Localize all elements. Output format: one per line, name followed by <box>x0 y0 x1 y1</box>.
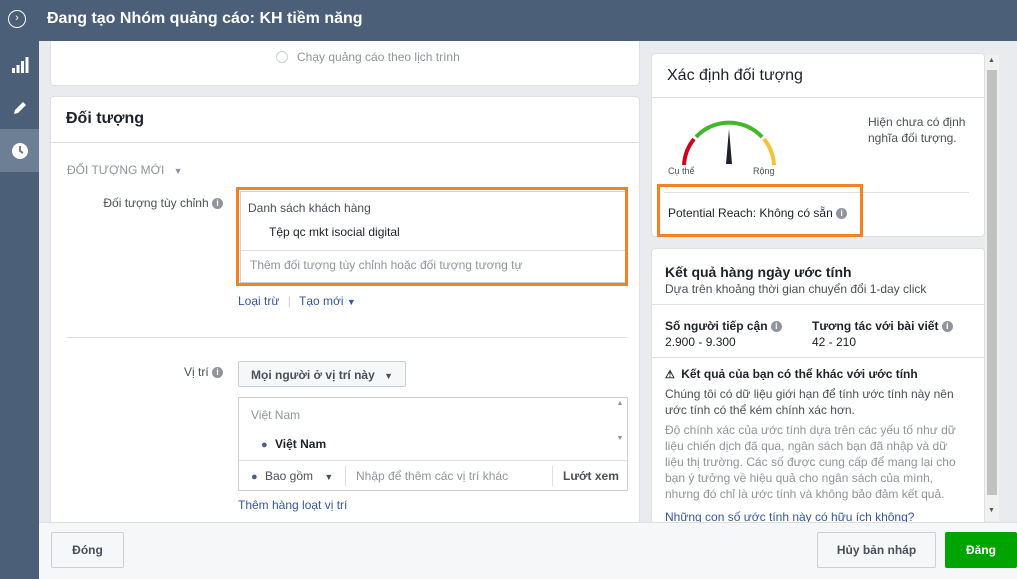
scroll-thumb[interactable] <box>987 70 997 495</box>
definition-title: Xác định đối tượng <box>667 67 803 84</box>
discard-draft-button[interactable]: Hủy bản nháp <box>817 532 936 568</box>
include-label: Bao gồm <box>265 469 314 483</box>
caret-down-icon: ▼ <box>173 166 183 176</box>
engagement-label-text: Tương tác với bài viết <box>812 319 939 333</box>
estimates-title: Kết quả hàng ngày ước tính <box>665 264 852 280</box>
location-box: Việt Nam ● Việt Nam ▲ ▼ ● Bao gồm ▼ Nhập … <box>238 397 628 491</box>
highlight-box <box>236 187 628 286</box>
include-dropdown[interactable]: ● Bao gồm ▼ <box>251 469 333 483</box>
info-icon[interactable]: i <box>212 198 223 210</box>
reach-value: 2.900 - 9.300 <box>665 335 736 349</box>
engagement-label: Tương tác với bài viết i <box>812 319 953 333</box>
separator: | <box>287 294 291 308</box>
caret-down-icon: ▼ <box>384 371 394 381</box>
schedule-radio[interactable] <box>276 51 288 63</box>
accuracy-text: Độ chính xác của ước tính dựa trên các y… <box>665 423 956 501</box>
gauge-right-label: Rộng <box>753 166 775 176</box>
divider <box>67 337 627 338</box>
warning-text: Chúng tôi có dữ liệu giới hạn để tính ướ… <box>665 387 954 417</box>
divider <box>652 304 984 305</box>
warning-icon: ⚠ <box>665 369 675 381</box>
footer-bar: Đóng Hủy bản nháp Đăng <box>39 522 1017 579</box>
top-bar: › Đang tạo Nhóm quảng cáo: KH tiềm năng <box>0 0 1017 41</box>
left-rail <box>0 41 39 579</box>
schedule-panel: Chạy quảng cáo theo lịch trình <box>50 41 640 86</box>
publish-button[interactable]: Đăng <box>945 532 1017 568</box>
scroll-up-icon[interactable]: ▲ <box>988 57 995 64</box>
engagement-value: 42 - 210 <box>812 335 857 349</box>
country-header: Việt Nam <box>251 408 301 422</box>
divider <box>652 97 984 98</box>
divider <box>239 460 627 461</box>
chevron-right-icon[interactable]: › <box>8 10 26 28</box>
new-audience-dropdown[interactable]: ĐỐI TƯỢNG MỚI ▼ <box>67 163 183 177</box>
edit-icon[interactable] <box>0 86 39 129</box>
location-type-dropdown[interactable]: Mọi người ở vị trí này ▼ <box>238 361 406 387</box>
audience-panel: Đối tượng ĐỐI TƯỢNG MỚI ▼ Đối tượng tùy … <box>50 96 640 526</box>
info-icon[interactable]: i <box>212 367 223 379</box>
highlight-box <box>657 184 863 237</box>
location-type-value: Mọi người ở vị trí này <box>251 368 375 382</box>
location-label-text: Vị trí <box>183 365 209 379</box>
new-audience-label: ĐỐI TƯỢNG MỚI <box>67 163 165 177</box>
estimates-subtitle: Dựa trên khoảng thời gian chuyển đổi 1-d… <box>665 282 927 296</box>
divider <box>652 357 984 358</box>
location-scrollbar[interactable]: ▲ ▼ <box>615 400 625 458</box>
create-new-link[interactable]: Tạo mới <box>299 294 344 308</box>
caret-down-icon: ▼ <box>324 472 334 482</box>
scroll-down-icon[interactable]: ▼ <box>988 507 995 514</box>
selected-location-text: Việt Nam <box>275 437 327 451</box>
browse-button[interactable]: Lướt xem <box>563 469 619 483</box>
schedule-option-label: Chạy quảng cáo theo lịch trình <box>297 50 460 64</box>
close-button[interactable]: Đóng <box>51 532 124 568</box>
reach-label-text: Số người tiếp cận <box>665 319 768 333</box>
location-label: Vị trí i <box>51 365 223 379</box>
location-pin-icon: ● <box>261 439 268 451</box>
bulk-add-link[interactable]: Thêm hàng loạt vị trí <box>238 498 347 512</box>
warning-title: ⚠ Kết quả của bạn có thể khác với ước tí… <box>665 367 918 381</box>
location-search-input[interactable]: Nhập để thêm các vị trí khác <box>356 469 508 483</box>
warning-title-text: Kết quả của bạn có thể khác với ước tính <box>681 367 918 381</box>
location-pin-icon: ● <box>251 471 258 483</box>
selected-location[interactable]: ● Việt Nam <box>261 437 326 451</box>
gauge-left-label: Cụ thể <box>668 166 695 176</box>
stats-icon[interactable] <box>0 43 39 86</box>
reach-label: Số người tiếp cận i <box>665 319 782 333</box>
divider <box>51 142 639 143</box>
audience-links: Loại trừ | Tạo mới ▼ <box>238 294 356 308</box>
right-scrollbar[interactable]: ▲ ▼ <box>985 55 999 521</box>
info-icon[interactable]: i <box>770 321 782 333</box>
info-icon[interactable]: i <box>941 321 953 333</box>
custom-audience-label: Đối tượng tùy chỉnh i <box>51 196 223 210</box>
estimates-panel: Kết quả hàng ngày ước tính Dựa trên khoả… <box>651 248 985 526</box>
custom-audience-text: Đối tượng tùy chỉnh <box>103 196 209 210</box>
clock-icon[interactable] <box>0 129 39 172</box>
definition-note: Hiện chưa có định nghĩa đối tượng. <box>868 115 966 145</box>
separator <box>552 466 553 486</box>
page-title: Đang tạo Nhóm quảng cáo: KH tiềm năng <box>47 10 363 27</box>
exclude-link[interactable]: Loại trừ <box>238 294 279 308</box>
separator <box>345 466 346 486</box>
section-title: Đối tượng <box>66 110 145 127</box>
caret-down-icon[interactable]: ▼ <box>347 297 356 307</box>
